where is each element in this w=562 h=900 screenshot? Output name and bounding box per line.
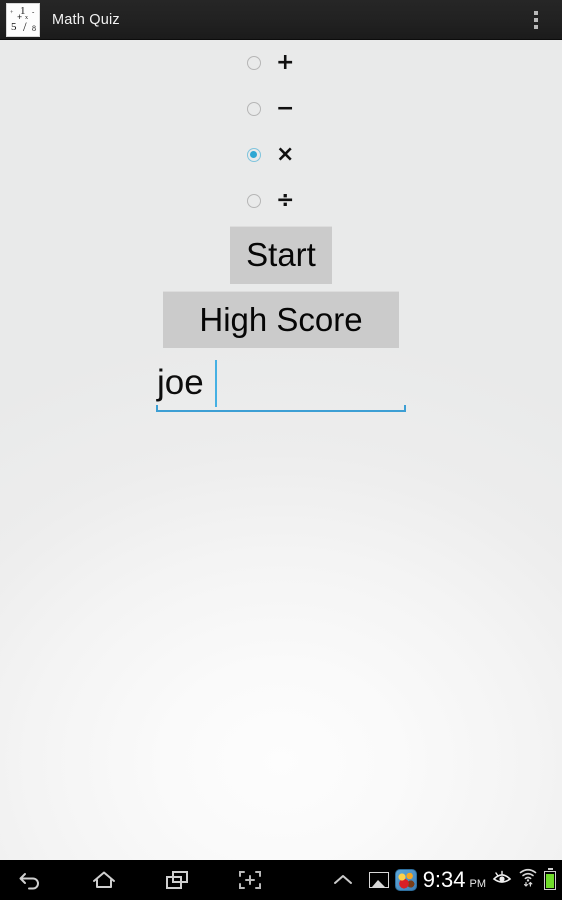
status-clock: 9:34 PM bbox=[423, 869, 486, 891]
smart-stay-eye-icon bbox=[492, 870, 512, 891]
system-nav-bar: 9:34 PM bbox=[0, 860, 562, 900]
radio-option-multiply[interactable]: × bbox=[0, 132, 562, 178]
page-title: Math Quiz bbox=[52, 11, 120, 28]
radio-label-divide: ÷ bbox=[276, 188, 295, 213]
game-app-icon bbox=[394, 869, 417, 891]
name-input-value: joe bbox=[157, 363, 204, 402]
radio-option-subtract[interactable]: − bbox=[0, 86, 562, 132]
radio-mark-add[interactable] bbox=[247, 56, 261, 70]
start-button[interactable]: Start bbox=[230, 226, 332, 284]
name-input[interactable]: joe bbox=[156, 358, 406, 412]
wifi-icon bbox=[518, 868, 538, 892]
main-content: + − × ÷ Start High Score joe bbox=[0, 40, 562, 860]
battery-icon bbox=[544, 867, 557, 890]
operation-radio-group: + − × ÷ bbox=[0, 40, 562, 224]
clock-time: 9:34 bbox=[422, 867, 466, 892]
name-input-underline bbox=[156, 405, 406, 412]
text-caret bbox=[215, 360, 217, 407]
recent-apps-icon[interactable] bbox=[152, 860, 203, 900]
radio-option-add[interactable]: + bbox=[0, 40, 562, 86]
radio-label-add: + bbox=[276, 50, 295, 75]
image-notification-icon bbox=[368, 872, 389, 888]
screenshot-icon[interactable] bbox=[225, 860, 276, 900]
status-area[interactable]: 9:34 PM bbox=[368, 860, 557, 900]
high-score-button[interactable]: High Score bbox=[163, 291, 399, 348]
device-screen: + 1 - + x 5 / 8 Math Quiz + − × ÷ Start … bbox=[0, 0, 562, 900]
radio-mark-subtract[interactable] bbox=[247, 102, 261, 116]
radio-label-multiply: × bbox=[276, 142, 295, 167]
expand-notifications-icon[interactable] bbox=[318, 860, 369, 900]
math-quiz-app-icon: + 1 - + x 5 / 8 bbox=[6, 2, 40, 37]
home-icon[interactable] bbox=[79, 860, 130, 900]
radio-mark-multiply[interactable] bbox=[247, 148, 261, 162]
radio-option-divide[interactable]: ÷ bbox=[0, 178, 562, 224]
back-icon[interactable] bbox=[6, 860, 57, 900]
radio-label-subtract: − bbox=[276, 96, 295, 121]
action-bar: + 1 - + x 5 / 8 Math Quiz bbox=[0, 0, 562, 40]
radio-mark-divide[interactable] bbox=[247, 194, 261, 208]
clock-ampm: PM bbox=[469, 878, 487, 890]
overflow-menu-icon[interactable] bbox=[526, 5, 546, 35]
